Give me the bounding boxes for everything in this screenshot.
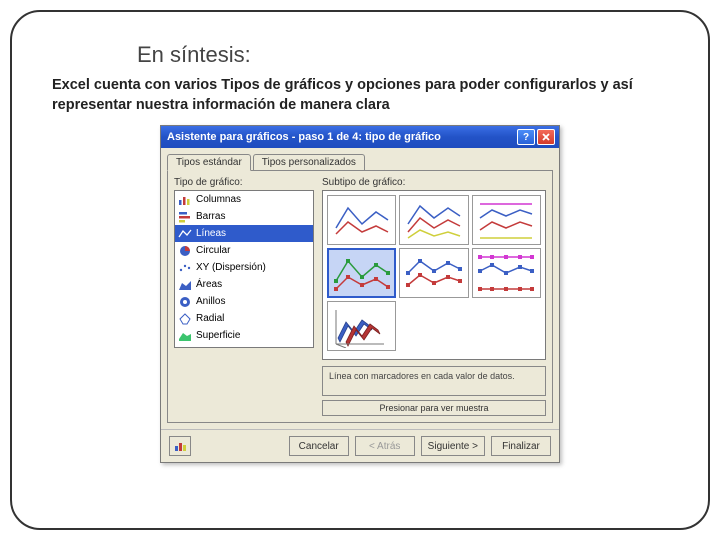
chart-wizard-dialog: Asistente para gráficos - paso 1 de 4: t… [160,125,560,463]
columns-icon [178,194,192,206]
chart-type-item-circular[interactable]: Circular [175,242,313,259]
chart-type-item-radial[interactable]: Radial [175,310,313,327]
chart-type-label-text: Líneas [196,228,226,239]
chart-type-label-text: XY (Dispersión) [196,262,266,273]
chart-wizard-icon [173,439,187,453]
line-chart-icon [332,198,392,242]
subtype-line-1[interactable] [327,195,396,245]
chart-type-label-text: Áreas [196,279,222,290]
chart-type-label: Tipo de gráfico: [174,177,314,188]
chart-type-label-text: Anillos [196,296,225,307]
stacked-line-icon [404,198,464,242]
bars-icon [178,211,192,223]
chart-type-item-areas[interactable]: Áreas [175,276,313,293]
subtype-line-markers-2[interactable] [399,248,468,298]
line-3d-icon [332,304,392,348]
subtype-line-3d[interactable] [327,301,396,351]
chart-type-item-barras[interactable]: Barras [175,208,313,225]
subtype-line-2[interactable] [399,195,468,245]
donut-icon [178,296,192,308]
scatter-icon [178,262,192,274]
tab-strip: Tipos estándar Tipos personalizados [161,148,559,170]
dialog-title: Asistente para gráficos - paso 1 de 4: t… [167,131,515,143]
chart-type-label-text: Radial [196,313,224,324]
help-button[interactable]: ? [517,129,535,145]
titlebar[interactable]: Asistente para gráficos - paso 1 de 4: t… [161,126,559,148]
office-assistant-button[interactable] [169,436,191,456]
chart-subtype-grid [322,190,546,360]
slide-title: En síntesis: [137,42,668,68]
surface-icon [178,330,192,342]
tab-content: Tipo de gráfico: Columnas Barras Lín [167,170,553,423]
stacked-line-markers-icon [404,251,464,295]
close-button[interactable] [537,129,555,145]
subtype-line-markers-1[interactable] [327,248,396,298]
slide-body: Excel cuenta con varios Tipos de gráfico… [52,76,668,115]
chart-type-label-text: Circular [196,245,230,256]
slide-frame: En síntesis: Excel cuenta con varios Tip… [10,10,710,530]
subtype-description: Línea con marcadores en cada valor de da… [322,366,546,396]
subtype-line-markers-3[interactable] [472,248,541,298]
chart-type-label-text: Superficie [196,330,240,341]
chart-type-item-xy[interactable]: XY (Dispersión) [175,259,313,276]
tab-custom-types[interactable]: Tipos personalizados [253,154,365,170]
finish-button[interactable]: Finalizar [491,436,551,456]
chart-type-label-text: Barras [196,211,225,222]
chart-type-listbox[interactable]: Columnas Barras Líneas Circular [174,190,314,348]
dialog-button-bar: Cancelar < Atrás Siguiente > Finalizar [161,429,559,462]
area-icon [178,279,192,291]
percent-line-markers-icon [476,251,536,295]
subtype-line-3[interactable] [472,195,541,245]
close-icon [542,133,550,141]
chart-type-label-text: Burbujas [196,347,235,348]
pie-icon [178,245,192,257]
subtype-empty-1 [399,301,468,351]
bubble-icon [178,347,192,349]
chart-type-item-columnas[interactable]: Columnas [175,191,313,208]
line-markers-icon [332,251,392,295]
next-button[interactable]: Siguiente > [421,436,485,456]
lines-icon [178,228,192,240]
chart-subtype-label: Subtipo de gráfico: [322,177,546,188]
press-hold-preview-button[interactable]: Presionar para ver muestra [322,400,546,416]
chart-type-label-text: Columnas [196,194,241,205]
tab-standard-types[interactable]: Tipos estándar [167,154,251,171]
chart-type-item-anillos[interactable]: Anillos [175,293,313,310]
subtype-empty-2 [472,301,541,351]
percent-stacked-line-icon [476,198,536,242]
chart-type-item-superficie[interactable]: Superficie [175,327,313,344]
radar-icon [178,313,192,325]
chart-type-item-burbujas[interactable]: Burbujas [175,344,313,348]
cancel-button[interactable]: Cancelar [289,436,349,456]
chart-type-item-lineas[interactable]: Líneas [175,225,313,242]
back-button[interactable]: < Atrás [355,436,415,456]
